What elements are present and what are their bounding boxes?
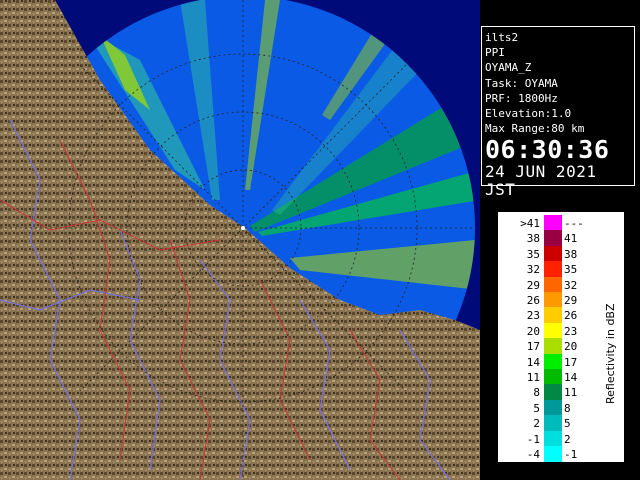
legend-low-value: 32	[526, 263, 540, 277]
legend-low-value: -1	[526, 432, 540, 446]
legend-color-swatch	[544, 230, 562, 247]
legend-high-value: 23	[564, 324, 578, 338]
elevation-value: Elevation:1.0	[485, 107, 572, 121]
legend-low-value: 5	[533, 401, 540, 415]
legend-high-value: 17	[564, 355, 578, 369]
legend-high-value: 14	[564, 371, 578, 384]
legend-high-value: 11	[564, 386, 578, 400]
legend-low-value: 26	[526, 294, 540, 307]
legend-row: >41 ---	[498, 215, 624, 231]
radar-ppi-map	[0, 0, 480, 480]
legend-high-value: 8	[564, 401, 571, 415]
legend-color-swatch	[544, 430, 562, 447]
legend-high-value: 2	[564, 432, 571, 446]
legend-low-value: 35	[526, 247, 540, 261]
legend-color-swatch	[544, 399, 562, 416]
legend-high-value: 38	[564, 247, 578, 261]
legend-low-value: 14	[526, 355, 540, 369]
legend-color-swatch	[544, 384, 562, 401]
legend-low-value: 29	[526, 278, 540, 292]
legend-low-value: 8	[533, 386, 540, 400]
legend-low-value: 20	[526, 324, 540, 338]
max-range-value: Max Range:80 km	[485, 122, 585, 136]
legend-high-value: ---	[564, 217, 584, 230]
legend-color-swatch	[544, 415, 562, 432]
legend-high-value: 5	[564, 417, 571, 431]
legend-high-value: 29	[564, 294, 578, 307]
legend-row: -1 2	[498, 430, 624, 447]
legend-unit-label: Reflectivity in dBZ	[604, 303, 617, 404]
radar-name: OYAMA_Z	[485, 61, 532, 75]
prf-value: PRF: 1800Hz	[485, 91, 558, 105]
station-name: ilts2	[485, 31, 519, 44]
legend-low-value: -4	[526, 448, 540, 461]
legend-color-swatch	[544, 215, 562, 231]
legend-row: 38 41	[498, 230, 624, 247]
radar-site-marker	[241, 226, 245, 230]
legend-low-value: 38	[526, 232, 540, 246]
legend-row: 32 35	[498, 261, 624, 278]
scan-date: 24 JUN 2021 JST	[485, 162, 597, 200]
legend-color-swatch	[544, 276, 562, 293]
legend-high-value: 41	[564, 232, 578, 246]
legend-row: 29 32	[498, 276, 624, 293]
info-panel: ilts2 PPI OYAMA_Z Task: OYAMA PRF: 1800H…	[481, 26, 635, 199]
legend-row: 25	[498, 415, 624, 432]
legend-low-value: >41	[520, 217, 540, 230]
legend-high-value: -1	[564, 448, 578, 461]
legend-high-value: 26	[564, 309, 578, 323]
legend-high-value: 20	[564, 340, 578, 354]
legend-high-value: 35	[564, 263, 578, 277]
legend-color-swatch	[544, 369, 562, 385]
legend-color-swatch	[544, 245, 562, 262]
legend-low-value: 17	[526, 340, 540, 354]
task-name: Task: OYAMA	[485, 76, 558, 90]
scan-time: 06:30:36	[485, 135, 610, 165]
legend-color-swatch	[544, 292, 562, 308]
legend-low-value: 23	[526, 309, 540, 323]
legend-color-swatch	[544, 307, 562, 324]
legend-low-value: 11	[526, 371, 540, 384]
legend-high-value: 32	[564, 278, 578, 292]
legend-row: 35 38	[498, 245, 624, 262]
legend-color-swatch	[544, 353, 562, 370]
legend-low-value: 2	[533, 417, 540, 431]
legend-color-swatch	[544, 338, 562, 355]
legend-color-swatch	[544, 322, 562, 339]
legend-color-swatch	[544, 446, 562, 462]
legend-color-swatch	[544, 261, 562, 278]
legend-row: -4 -1	[498, 446, 624, 462]
product-type: PPI	[485, 46, 505, 60]
